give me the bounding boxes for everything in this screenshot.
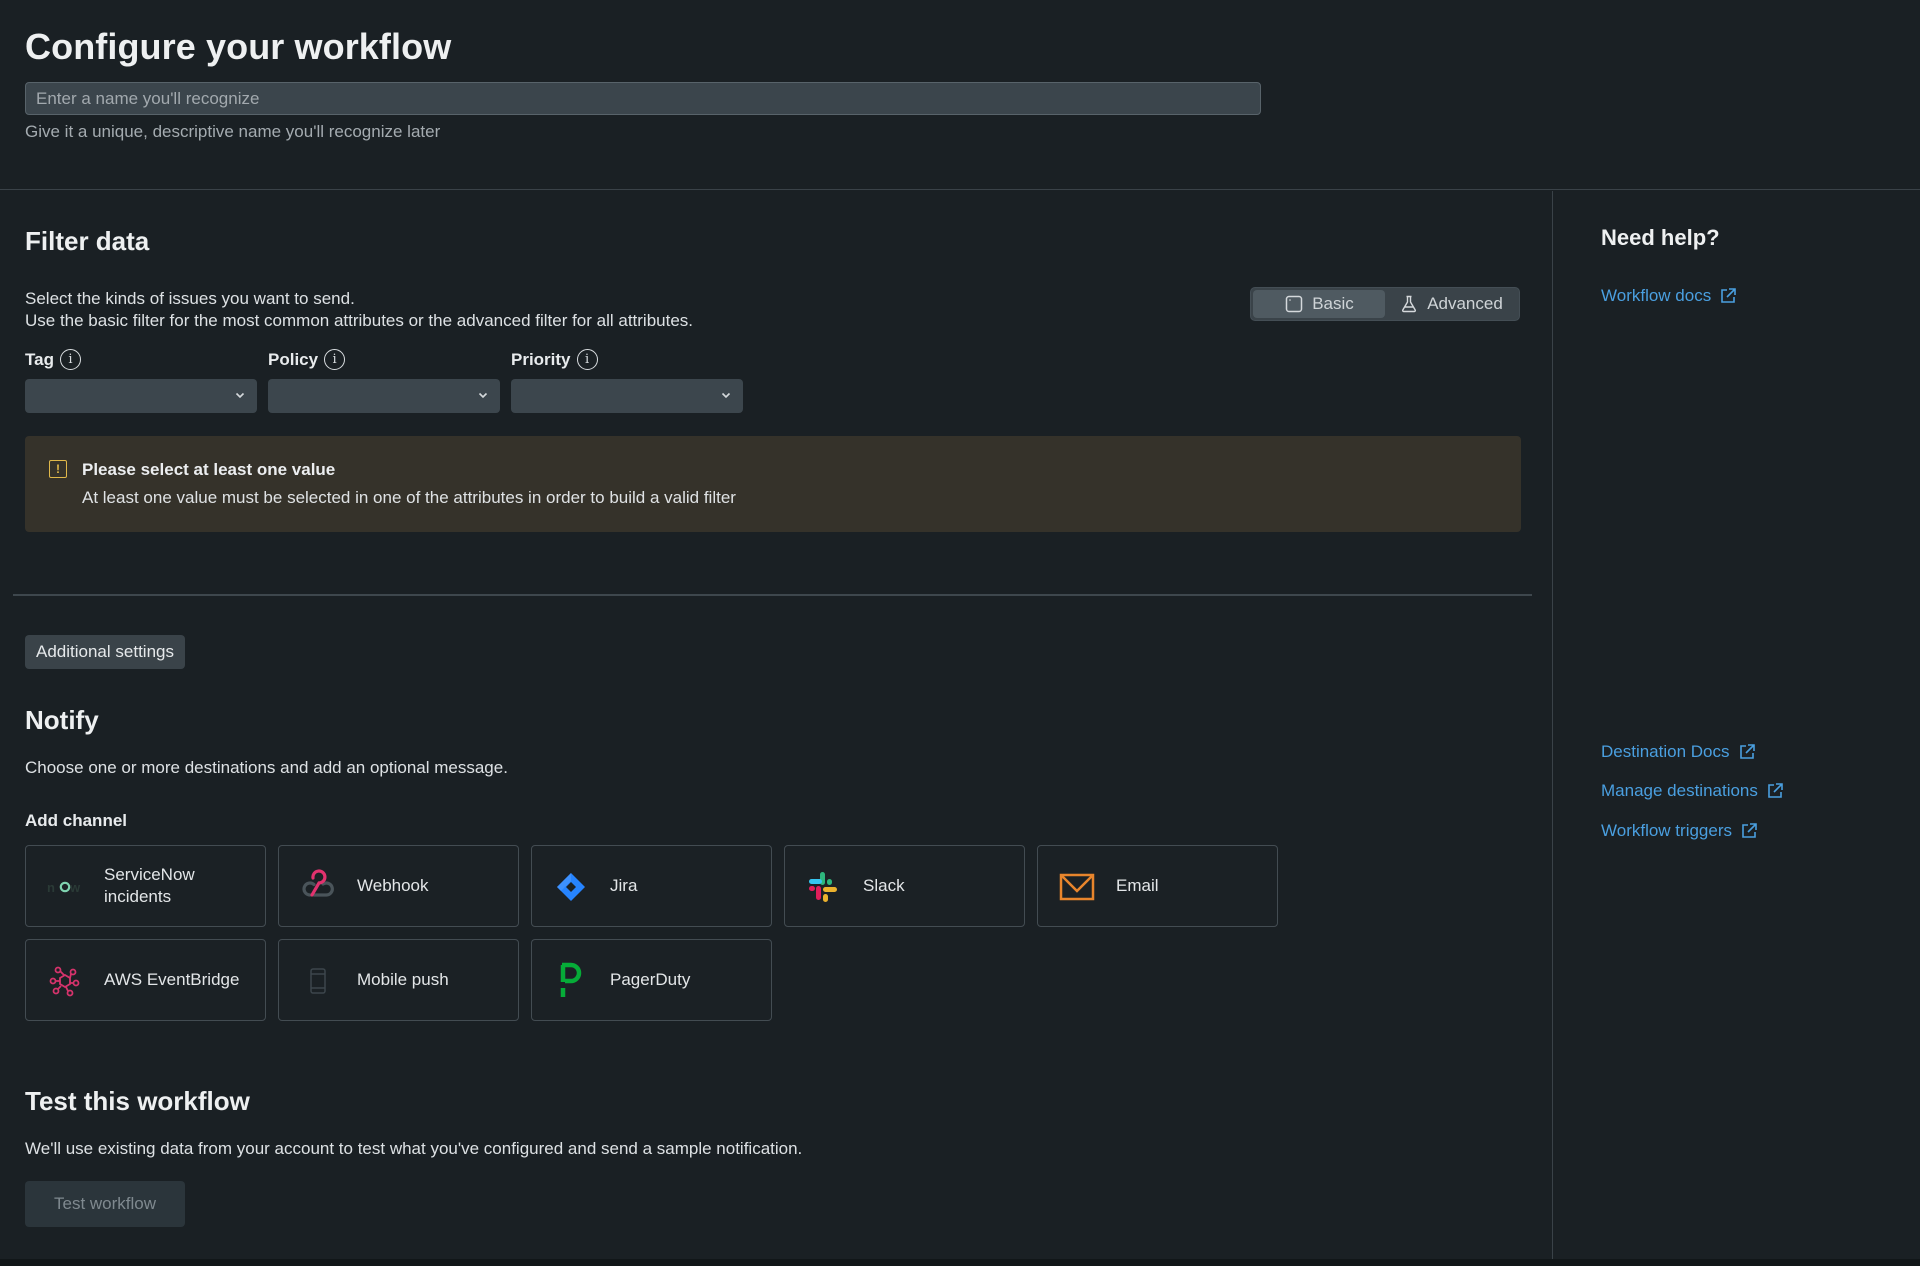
svg-text:w: w xyxy=(69,880,81,895)
priority-label-text: Priority xyxy=(511,349,571,369)
filter-description-1: Select the kinds of issues you want to s… xyxy=(25,289,355,308)
link-label: Workflow docs xyxy=(1601,286,1712,305)
link-label: Manage destinations xyxy=(1601,781,1758,800)
info-icon[interactable]: i xyxy=(59,349,81,370)
priority-label: Priority i xyxy=(511,349,598,370)
help-sidebar: Need help? Workflow docs Destination Doc… xyxy=(1554,191,1920,1259)
policy-select[interactable] xyxy=(268,379,500,413)
advanced-mode-button[interactable]: Advanced xyxy=(1385,290,1517,318)
channel-label: Mobile push xyxy=(357,970,449,989)
channel-label: Email xyxy=(1116,876,1159,895)
destination-docs-link[interactable]: Destination Docs xyxy=(1601,742,1756,762)
channel-label: AWS EventBridge xyxy=(104,970,240,989)
bottom-edge xyxy=(0,1259,1920,1266)
external-link-icon xyxy=(1721,288,1737,303)
eventbridge-icon xyxy=(46,962,84,1000)
notify-description: Choose one or more destinations and add … xyxy=(25,758,508,777)
channel-tile-pagerduty[interactable]: PagerDuty xyxy=(531,939,772,1021)
channel-tile-servicenow[interactable]: nw ServiceNow incidents xyxy=(25,845,266,927)
channel-label: PagerDuty xyxy=(610,970,691,989)
warning-icon: ! xyxy=(49,460,67,478)
manage-destinations-link[interactable]: Manage destinations xyxy=(1601,781,1784,801)
warning-title: Please select at least one value xyxy=(82,460,336,479)
workflow-docs-link[interactable]: Workflow docs xyxy=(1601,286,1737,306)
priority-select[interactable] xyxy=(511,379,743,413)
policy-label-text: Policy xyxy=(268,349,319,369)
help-title: Need help? xyxy=(1601,225,1720,250)
notify-section-title: Notify xyxy=(25,705,99,735)
mobile-icon xyxy=(299,962,337,1000)
external-link-icon xyxy=(1742,823,1757,838)
page-title: Configure your workflow xyxy=(25,26,452,67)
jira-icon xyxy=(552,868,590,906)
channel-tile-slack[interactable]: Slack xyxy=(784,845,1025,927)
filter-mode-toggle: Basic Advanced xyxy=(1250,287,1520,321)
channel-label: Jira xyxy=(610,876,638,895)
info-icon[interactable]: i xyxy=(324,349,346,370)
servicenow-icon: nw xyxy=(46,868,84,906)
external-link-icon xyxy=(1739,744,1755,759)
webhook-icon xyxy=(299,868,337,906)
test-description: We'll use existing data from your accoun… xyxy=(25,1139,803,1158)
workflow-name-input[interactable] xyxy=(25,82,1261,115)
add-channel-label: Add channel xyxy=(25,811,128,830)
email-icon xyxy=(1058,868,1096,906)
channel-label: ServiceNow incidents xyxy=(104,865,195,906)
slack-icon xyxy=(805,868,843,906)
tag-select[interactable] xyxy=(25,379,257,413)
workflow-config-page: Configure your workflow Give it a unique… xyxy=(0,0,1920,1266)
main-content: Filter data Select the kinds of issues y… xyxy=(0,191,1553,1259)
filter-section-title: Filter data xyxy=(25,226,150,256)
channel-tile-webhook[interactable]: Webhook xyxy=(278,845,519,927)
chevron-down-icon xyxy=(478,392,488,399)
link-label: Workflow triggers xyxy=(1601,821,1732,840)
warning-message: At least one value must be selected in o… xyxy=(82,488,736,507)
filter-warning-banner: ! Please select at least one value At le… xyxy=(25,436,1521,532)
channel-label: Webhook xyxy=(357,876,429,895)
pagerduty-icon xyxy=(552,962,590,1000)
channel-tile-mobile-push[interactable]: Mobile push xyxy=(278,939,519,1021)
filter-description-2: Use the basic filter for the most common… xyxy=(25,311,694,330)
tag-label-text: Tag xyxy=(25,349,54,369)
workflow-triggers-link[interactable]: Workflow triggers xyxy=(1601,821,1758,841)
basic-mode-button[interactable]: Basic xyxy=(1253,290,1385,318)
policy-label: Policy i xyxy=(268,349,346,370)
tag-label: Tag i xyxy=(25,349,81,370)
square-icon xyxy=(1285,295,1303,313)
channel-label: Slack xyxy=(863,876,905,895)
test-workflow-button[interactable]: Test workflow xyxy=(25,1181,185,1227)
additional-settings-button[interactable]: Additional settings xyxy=(25,635,185,669)
link-label: Destination Docs xyxy=(1601,742,1730,761)
channel-tile-email[interactable]: Email xyxy=(1037,845,1278,927)
external-link-icon xyxy=(1768,783,1783,798)
chevron-down-icon xyxy=(721,392,731,399)
workflow-name-hint: Give it a unique, descriptive name you'l… xyxy=(25,122,441,141)
chevron-down-icon xyxy=(235,392,245,399)
channel-tile-jira[interactable]: Jira xyxy=(531,845,772,927)
channel-tile-aws-eventbridge[interactable]: AWS EventBridge xyxy=(25,939,266,1021)
section-divider xyxy=(13,594,1532,596)
info-icon[interactable]: i xyxy=(576,349,598,370)
flask-icon xyxy=(1402,295,1417,313)
header: Configure your workflow Give it a unique… xyxy=(0,0,1920,190)
basic-mode-label: Basic xyxy=(1312,294,1354,313)
test-section-title: Test this workflow xyxy=(25,1086,250,1116)
svg-text:n: n xyxy=(47,880,55,895)
advanced-mode-label: Advanced xyxy=(1427,294,1503,313)
